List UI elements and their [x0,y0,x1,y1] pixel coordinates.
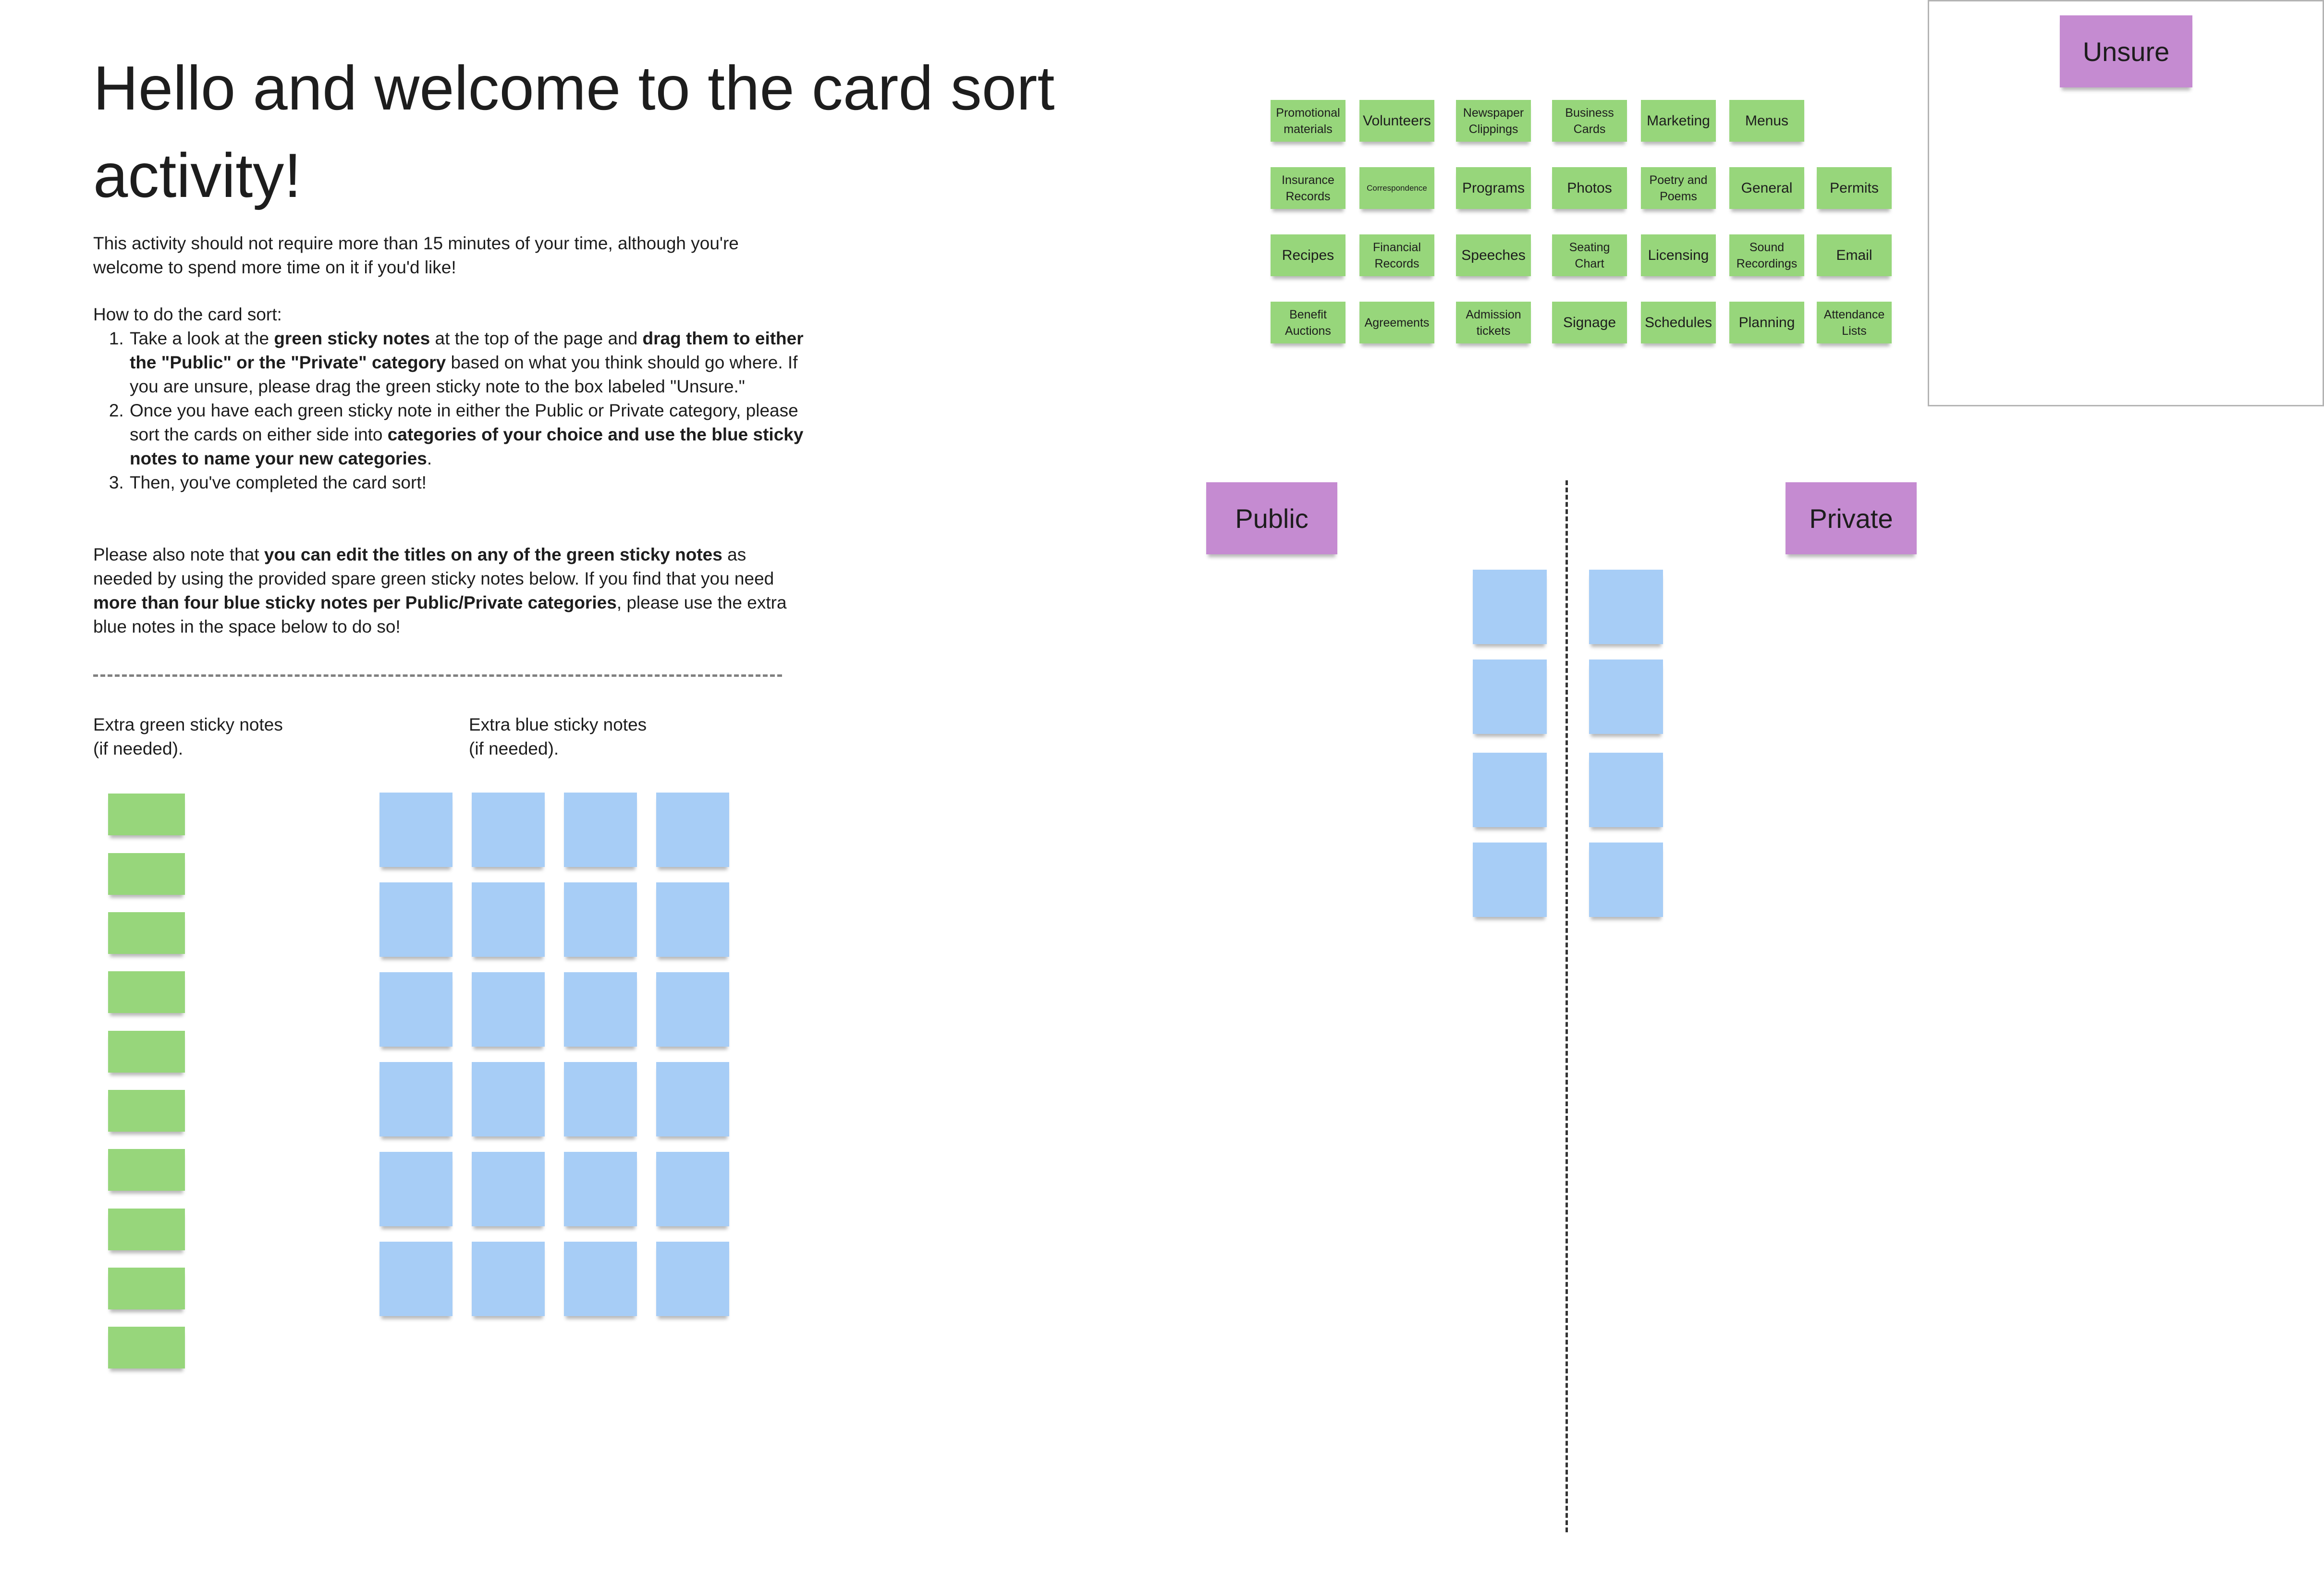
instruction-steps: Take a look at the green sticky notes at… [93,327,825,495]
public-category-name-note[interactable] [1473,753,1547,827]
extra-blue-note[interactable] [656,972,729,1047]
sort-card[interactable]: Photos [1552,167,1627,209]
sort-card[interactable]: Insurance Records [1271,167,1345,209]
intro-text: This activity should not require more th… [93,233,739,277]
extra-blue-note[interactable] [656,1242,729,1316]
extra-blue-note[interactable] [379,882,453,957]
extra-blue-note[interactable] [379,1152,453,1226]
extra-blue-note[interactable] [656,1152,729,1226]
extra-green-note[interactable] [108,912,185,954]
sort-card[interactable]: Benefit Auctions [1271,302,1345,343]
private-category-name-note[interactable] [1589,843,1663,917]
extra-green-note[interactable] [108,1209,185,1250]
sort-card[interactable]: Speeches [1456,234,1531,276]
extra-blue-note[interactable] [656,793,729,867]
extra-blue-note[interactable] [379,793,453,867]
extra-blue-note[interactable] [472,882,545,957]
extra-blue-note[interactable] [564,1152,637,1226]
private-category-name-note[interactable] [1589,660,1663,734]
sort-card[interactable]: Volunteers [1359,100,1434,142]
extra-green-note[interactable] [108,1327,185,1368]
extra-blue-label: Extra blue sticky notes (if needed). [469,713,709,761]
sort-card[interactable]: Agreements [1359,302,1434,343]
extra-green-note[interactable] [108,1149,185,1191]
sort-card[interactable]: Admission tickets [1456,302,1531,343]
sort-card[interactable]: Signage [1552,302,1627,343]
sort-card[interactable]: Marketing [1641,100,1716,142]
sort-card[interactable]: Planning [1729,302,1804,343]
sort-card[interactable]: Financial Records [1359,234,1434,276]
extra-blue-note[interactable] [472,1152,545,1226]
extra-blue-label-line: Extra blue sticky notes [469,715,647,734]
extra-blue-note[interactable] [564,793,637,867]
sort-card[interactable]: Schedules [1641,302,1716,343]
public-category-note[interactable]: Public [1206,482,1337,554]
sort-card[interactable]: Licensing [1641,234,1716,276]
extra-blue-note[interactable] [379,972,453,1047]
extra-green-label-line: (if needed). [93,739,183,758]
extra-blue-note[interactable] [472,1242,545,1316]
extra-green-note[interactable] [108,794,185,835]
sort-card[interactable]: Sound Recordings [1729,234,1804,276]
extra-green-note[interactable] [108,1090,185,1132]
extra-blue-note[interactable] [472,1062,545,1136]
extra-blue-note[interactable] [472,972,545,1047]
extra-green-note[interactable] [108,853,185,895]
extra-blue-note[interactable] [656,882,729,957]
extra-blue-note[interactable] [379,1062,453,1136]
section-divider [93,674,782,677]
private-category-note[interactable]: Private [1786,482,1917,554]
sort-card[interactable]: Attendance Lists [1817,302,1892,343]
sort-card[interactable]: General [1729,167,1804,209]
extra-green-label: Extra green sticky notes (if needed). [93,713,333,761]
extra-green-note[interactable] [108,1268,185,1309]
sort-card[interactable]: Business Cards [1552,100,1627,142]
page-title: Hello and welcome to the card sort activ… [93,53,1055,210]
public-private-divider [1566,480,1568,1532]
extra-blue-note[interactable] [564,1242,637,1316]
extra-blue-note[interactable] [379,1242,453,1316]
extra-green-note[interactable] [108,1031,185,1073]
extra-green-note[interactable] [108,971,185,1013]
sort-card[interactable]: Menus [1729,100,1804,142]
private-category-name-note[interactable] [1589,570,1663,644]
private-category-name-note[interactable] [1589,753,1663,827]
step-3: Then, you've completed the card sort! [129,471,825,495]
extra-blue-label-line: (if needed). [469,739,559,758]
sort-card[interactable]: Programs [1456,167,1531,209]
sort-card[interactable]: Permits [1817,167,1892,209]
step-2: Once you have each green sticky note in … [129,399,825,471]
extra-green-label-line: Extra green sticky notes [93,715,283,734]
public-category-name-note[interactable] [1473,660,1547,734]
extra-blue-note[interactable] [564,882,637,957]
sort-card[interactable]: Recipes [1271,234,1345,276]
sort-card[interactable]: Correspondence [1359,167,1434,209]
edit-note: Please also note that you can edit the t… [93,545,787,636]
sort-card[interactable]: Seating Chart [1552,234,1627,276]
extra-blue-note[interactable] [656,1062,729,1136]
unsure-category-note[interactable]: Unsure [2060,15,2192,87]
sort-card[interactable]: Email [1817,234,1892,276]
sort-card[interactable]: Promotional materials [1271,100,1345,142]
sort-card[interactable]: Newspaper Clippings [1456,100,1531,142]
extra-blue-note[interactable] [564,1062,637,1136]
how-to-heading: How to do the card sort: [93,305,282,324]
extra-blue-note[interactable] [472,793,545,867]
public-category-name-note[interactable] [1473,570,1547,644]
extra-blue-note[interactable] [564,972,637,1047]
public-category-name-note[interactable] [1473,843,1547,917]
sort-card[interactable]: Poetry and Poems [1641,167,1716,209]
step-1: Take a look at the green sticky notes at… [129,327,825,399]
